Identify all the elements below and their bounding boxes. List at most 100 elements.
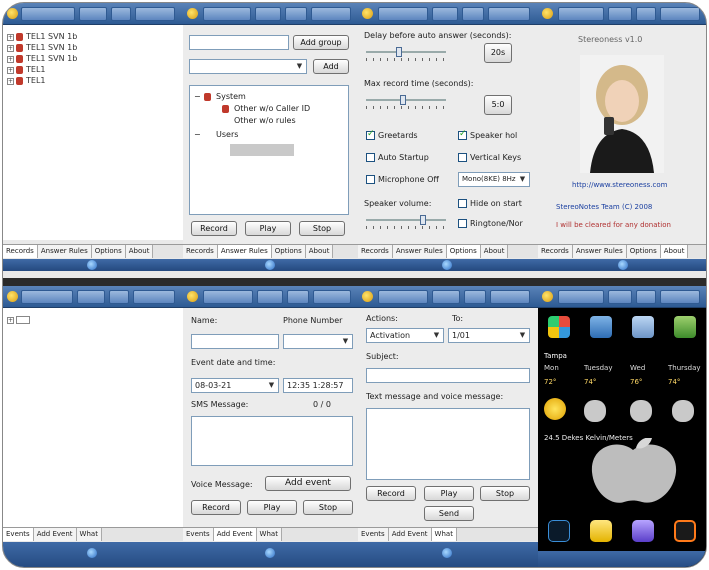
send-button[interactable]: Send bbox=[424, 506, 474, 521]
media-icon[interactable] bbox=[632, 520, 654, 542]
tab-about[interactable]: About bbox=[480, 245, 509, 258]
taskbar-tab[interactable] bbox=[77, 290, 105, 304]
check-microphone-off[interactable] bbox=[366, 175, 375, 184]
tab-what[interactable]: What bbox=[431, 528, 457, 541]
selected-rule[interactable] bbox=[230, 144, 294, 156]
tab-about[interactable]: About bbox=[660, 245, 689, 258]
taskbar-tab[interactable] bbox=[111, 7, 131, 21]
subject-input[interactable] bbox=[366, 368, 530, 383]
delay-slider[interactable] bbox=[366, 47, 446, 61]
taskbar-tab[interactable] bbox=[21, 290, 73, 304]
tree-toggle[interactable]: − bbox=[194, 130, 201, 139]
taskbar-tab[interactable] bbox=[378, 7, 428, 21]
taskbar-tab[interactable] bbox=[636, 7, 656, 21]
group-name-input[interactable] bbox=[189, 35, 289, 50]
taskbar-tab[interactable] bbox=[203, 7, 251, 21]
settings-icon[interactable] bbox=[590, 316, 612, 338]
taskbar-tab[interactable] bbox=[255, 7, 281, 21]
stop-button[interactable]: Stop bbox=[299, 221, 345, 236]
add-button[interactable]: Add bbox=[313, 59, 349, 74]
add-event-button[interactable]: Add event bbox=[265, 476, 351, 491]
tree-item[interactable]: + TEL1 SVN 1b bbox=[7, 53, 77, 64]
tab-options[interactable]: Options bbox=[91, 245, 126, 258]
tab-events[interactable]: Events bbox=[358, 528, 389, 541]
tab-options[interactable]: Options bbox=[626, 245, 661, 258]
taskbar-tab[interactable] bbox=[21, 7, 75, 21]
tab-add-event[interactable]: Add Event bbox=[33, 528, 77, 541]
tree-item[interactable]: + TEL1 SVN 1b bbox=[7, 42, 77, 53]
sms-textarea[interactable] bbox=[191, 416, 353, 466]
start-orb-icon[interactable] bbox=[265, 260, 275, 270]
taskbar-tab[interactable] bbox=[488, 7, 530, 21]
taskbar-tab[interactable] bbox=[558, 7, 604, 21]
stop-button[interactable]: Stop bbox=[303, 500, 353, 515]
events-tree[interactable]: + bbox=[3, 308, 183, 527]
record-button[interactable]: Record bbox=[366, 486, 416, 501]
check-hide-on-start[interactable] bbox=[458, 199, 467, 208]
start-orb-icon[interactable] bbox=[87, 260, 97, 270]
add-group-button[interactable]: Add group bbox=[293, 35, 349, 50]
tab-records[interactable]: Records bbox=[3, 245, 38, 258]
play-button[interactable]: Play bbox=[424, 486, 474, 501]
taskbar-tab[interactable] bbox=[660, 290, 700, 304]
tab-events[interactable]: Events bbox=[3, 528, 34, 541]
taskbar-tab[interactable] bbox=[203, 290, 253, 304]
about-url-link[interactable]: http://www.stereoness.com bbox=[572, 181, 667, 189]
event-date-select[interactable]: 08-03-21 ▼ bbox=[191, 378, 279, 393]
check-auto-startup[interactable] bbox=[366, 153, 375, 162]
tab-events[interactable]: Events bbox=[183, 528, 214, 541]
name-input[interactable] bbox=[191, 334, 279, 349]
tab-answer-rules[interactable]: Answer Rules bbox=[217, 245, 272, 258]
tree-item-system[interactable]: System bbox=[216, 92, 246, 101]
speaker-volume-slider[interactable] bbox=[366, 215, 446, 229]
start-orb-icon[interactable] bbox=[442, 260, 452, 270]
taskbar-tab[interactable] bbox=[636, 290, 656, 304]
start-orb-icon[interactable] bbox=[265, 548, 275, 558]
taskbar-tab[interactable] bbox=[432, 7, 458, 21]
group-select[interactable]: ▼ bbox=[189, 59, 307, 74]
record-button[interactable]: Record bbox=[191, 221, 237, 236]
taskbar-tab[interactable] bbox=[490, 290, 530, 304]
taskbar-tab[interactable] bbox=[311, 7, 351, 21]
taskbar-tab[interactable] bbox=[79, 7, 107, 21]
play-button[interactable]: Play bbox=[247, 500, 297, 515]
tab-records[interactable]: Records bbox=[358, 245, 393, 258]
tree-item[interactable]: + TEL1 bbox=[7, 75, 77, 86]
max-record-slider[interactable] bbox=[366, 95, 446, 109]
tab-answer-rules[interactable]: Answer Rules bbox=[572, 245, 627, 258]
tab-add-event[interactable]: Add Event bbox=[213, 528, 257, 541]
notes-icon[interactable] bbox=[632, 316, 654, 338]
taskbar-tab[interactable] bbox=[660, 7, 700, 21]
taskbar-tab[interactable] bbox=[135, 7, 175, 21]
taskbar-tab[interactable] bbox=[109, 290, 129, 304]
tab-answer-rules[interactable]: Answer Rules bbox=[37, 245, 92, 258]
play-button[interactable]: Play bbox=[245, 221, 291, 236]
search-icon[interactable] bbox=[674, 520, 696, 542]
tree-item[interactable]: + TEL1 bbox=[7, 64, 77, 75]
check-vertical-keys[interactable] bbox=[458, 153, 467, 162]
check-greetards[interactable] bbox=[366, 129, 375, 140]
taskbar-tab[interactable] bbox=[558, 290, 604, 304]
rules-tree[interactable]: − System Other w/o Caller ID Other w/o r… bbox=[189, 85, 349, 215]
event-time-input[interactable]: 12:35 1:28:57 bbox=[283, 378, 353, 393]
taskbar-tab[interactable] bbox=[378, 290, 428, 304]
taskbar-tab[interactable] bbox=[608, 7, 632, 21]
tab-records[interactable]: Records bbox=[538, 245, 573, 258]
tab-records[interactable]: Records bbox=[183, 245, 218, 258]
taskbar-tab[interactable] bbox=[462, 7, 484, 21]
to-select[interactable]: 1/01 ▼ bbox=[448, 328, 530, 343]
tree-toggle[interactable]: − bbox=[194, 92, 201, 101]
messaging-icon[interactable] bbox=[590, 520, 612, 542]
record-button[interactable]: Record bbox=[191, 500, 241, 515]
tree-item[interactable]: + bbox=[7, 314, 30, 325]
windows-icon[interactable] bbox=[548, 316, 570, 338]
taskbar-tab[interactable] bbox=[464, 290, 486, 304]
check-ringtone[interactable] bbox=[458, 219, 467, 228]
audio-format-select[interactable]: Mono(8KE) 8Hz ▼ bbox=[458, 172, 530, 187]
start-orb-icon[interactable] bbox=[87, 548, 97, 558]
tab-options[interactable]: Options bbox=[271, 245, 306, 258]
action-select[interactable]: Activation ▼ bbox=[366, 328, 444, 343]
message-textarea[interactable] bbox=[366, 408, 530, 480]
start-orb-icon[interactable] bbox=[442, 548, 452, 558]
tab-about[interactable]: About bbox=[305, 245, 334, 258]
